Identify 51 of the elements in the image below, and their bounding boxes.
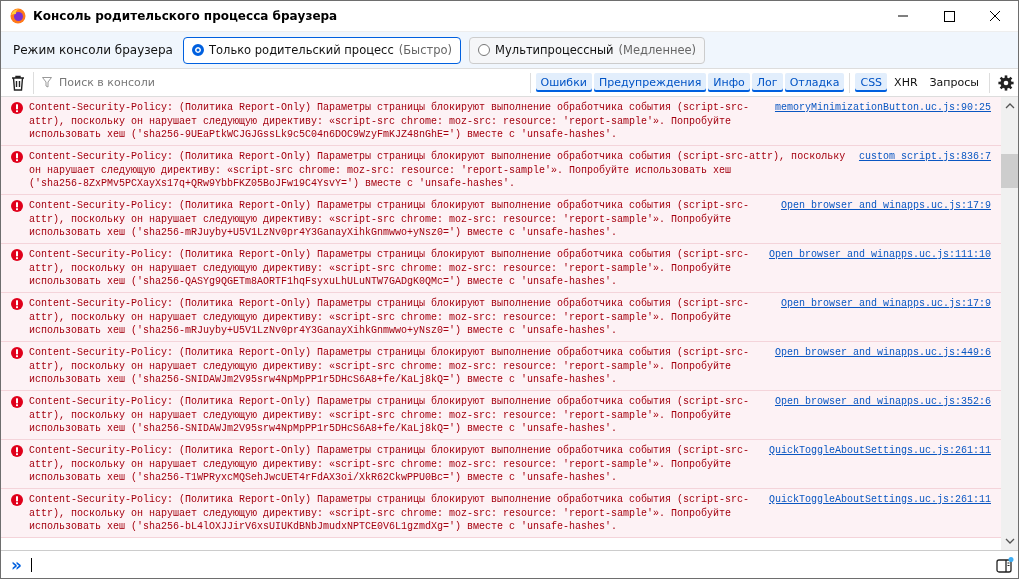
mode-option[interactable]: Мультипроцессный (Медленнее)	[469, 36, 706, 64]
error-icon	[11, 200, 23, 212]
filter-button[interactable]: Инфо	[708, 73, 750, 92]
filter-button[interactable]: Ошибки	[535, 73, 592, 92]
source-link[interactable]: memoryMinimizationButton.uc.js:90:25	[774, 101, 991, 115]
message-text: Content-Security-Policy: (Политика Report-Only) Параметры страницы блокируют выполнение обработчика события (script-src- attr), поскольку он нарушает следующую директиву: «script-src chrome: moz-src: resource: 'report-sample'». Попробуйте использовать хеш ('sha256-SNIDAWJm2V95srw4NpMpPP1r5DHcS6A8+fe/KaLj8kQ=') вместе с 'unsafe-hashes'.	[29, 395, 751, 436]
source-link[interactable]: custom script.js:836:7	[858, 150, 991, 164]
message-text: Content-Security-Policy: (Политика Report-Only) Параметры страницы блокируют выполнение обработчика события (script-src- attr), поскольку он нарушает следующую директиву: «script-src chrome: moz-src: resource: 'report-sample'». Попробуйте использовать хеш ('sha256-SNIDAWJm2V95srw4NpMpPP1r5DHcS6A8+fe/KaLj8kQ=') вместе с 'unsafe-hashes'.	[29, 346, 751, 387]
error-icon	[11, 102, 23, 114]
source-link[interactable]: Open browser and winapps.uc.js:352:6	[774, 395, 991, 409]
error-icon	[11, 249, 23, 261]
source-link[interactable]: QuickToggleAboutSettings.uc.js:261:11	[768, 493, 991, 507]
source-link[interactable]: Open browser and winapps.uc.js:17:9	[780, 297, 991, 311]
scrollbar[interactable]	[1001, 97, 1018, 550]
message-text: Content-Security-Policy: (Политика Report-Only) Параметры страницы блокируют выполнение обработчика события (script-src- attr), поскольку он нарушает следующую директиву: «script-src chrome: moz-src: resource: 'report-sample'». Попробуйте использовать хеш ('sha256-QASYg9QGETm8AORTF1hqFsyxuLhULuNTW7GADgK0QMc=') вместе с 'unsafe-hashes'.	[29, 248, 751, 289]
settings-icon[interactable]	[998, 74, 1014, 91]
message-text: Content-Security-Policy: (Политика Report-Only) Параметры страницы блокируют выполнение обработчика события (script-src- attr), поскольку он нарушает следующую директиву: «script-src chrome: moz-src: resource: 'report-sample'». Попробуйте использовать хеш ('sha256-T1WPRyxcMQSehJwcUET4rFdAX3oi/XkR62CkwPPU0Bc=') вместе с 'unsafe-hashes'.	[29, 444, 751, 485]
text-cursor	[31, 557, 32, 572]
mode-option[interactable]: Только родительский процесс (Быстро)	[182, 36, 462, 64]
filter-button[interactable]: XHR	[889, 73, 923, 92]
filter-button[interactable]: Отладка	[784, 73, 845, 92]
window-title: Консоль родительского процесса браузера	[33, 9, 339, 23]
message-text: Content-Security-Policy: (Политика Report-Only) Параметры страницы блокируют выполнение обработчика события (script-src-attr), поскольку он нарушает следующую директиву: «script-src chrome: moz-src: resource: 'report-sample'». Попробуйте использовать хеш ('sha256-8ZxPMv5PCXayXs17q+QRw9YbbFKZ05BoJFw19C4YsvY=') вместе с 'unsafe-hashes'.	[29, 150, 847, 191]
source-link[interactable]: QuickToggleAboutSettings.uc.js:261:11	[768, 444, 991, 458]
prompt-icon: »	[11, 556, 22, 573]
message-text: Content-Security-Policy: (Политика Report-Only) Параметры страницы блокируют выполнение обработчика события (script-src- attr), поскольку он нарушает следующую директиву: «script-src chrome: moz-src: resource: 'report-sample'». Попробуйте использовать хеш ('sha256-mRJuyby+U5V1LzNv0pr4Y3GanayXihkGnmwwo+yNsz0=') вместе с 'unsafe-hashes'.	[29, 199, 751, 240]
error-icon	[11, 396, 23, 408]
source-link[interactable]: Open browser and winapps.uc.js:17:9	[780, 199, 991, 213]
filter-button[interactable]: Лог	[751, 73, 783, 92]
filter-icon	[42, 77, 52, 88]
source-link[interactable]: Open browser and winapps.uc.js:111:10	[768, 248, 991, 262]
filter-button[interactable]: Предупреждения	[593, 73, 707, 92]
error-icon	[11, 494, 23, 506]
error-icon	[11, 445, 23, 457]
error-icon	[11, 298, 23, 310]
scroll-down-icon	[1004, 538, 1015, 544]
scroll-up-icon	[1004, 103, 1015, 109]
error-icon	[11, 151, 23, 163]
sidebar-icon[interactable]	[996, 556, 1014, 573]
message-text: Content-Security-Policy: (Политика Report-Only) Параметры страницы блокируют выполнение обработчика события (script-src- attr), поскольку он нарушает следующую директиву: «script-src chrome: moz-src: resource: 'report-sample'». Попробуйте использовать хеш ('sha256-mRJuyby+U5V1LzNv0pr4Y3GanayXihkGnmwwo+yNsz0=') вместе с 'unsafe-hashes'.	[29, 297, 751, 338]
app-logo-icon	[10, 8, 26, 24]
scrollbar-thumb[interactable]	[1001, 154, 1018, 188]
message-text: Content-Security-Policy: (Политика Report-Only) Параметры страницы блокируют выполнение обработчика события (script-src- attr), поскольку он нарушает следующую директиву: «script-src chrome: moz-src: resource: 'report-sample'». Попробуйте использовать хеш ('sha256-9UEaPtkWCJGJGssLk9c5C04n6DOC9WzyFmKJZ48nGhE=') вместе с 'unsafe-hashes'.	[29, 101, 751, 142]
message-text: Content-Security-Policy: (Политика Report-Only) Параметры страницы блокируют выполнение обработчика события (script-src- attr), поскольку он нарушает следующую директиву: «script-src chrome: moz-src: resource: 'report-sample'». Попробуйте использовать хеш ('sha256-bL4lOXJJirV6xsUIUKdBNbJmudxNPTCE0V6L1gzmdXg=') вместе с 'unsafe-hashes'.	[29, 493, 751, 534]
error-icon	[11, 347, 23, 359]
filter-button[interactable]: Запросы	[924, 73, 984, 92]
trash-icon[interactable]	[11, 74, 25, 91]
mode-label: Режим консоли браузера	[13, 43, 173, 57]
search-field[interactable]: Поиск в консоли	[57, 75, 525, 90]
filter-button[interactable]: CSS	[855, 73, 888, 92]
source-link[interactable]: Open browser and winapps.uc.js:449:6	[774, 346, 991, 360]
